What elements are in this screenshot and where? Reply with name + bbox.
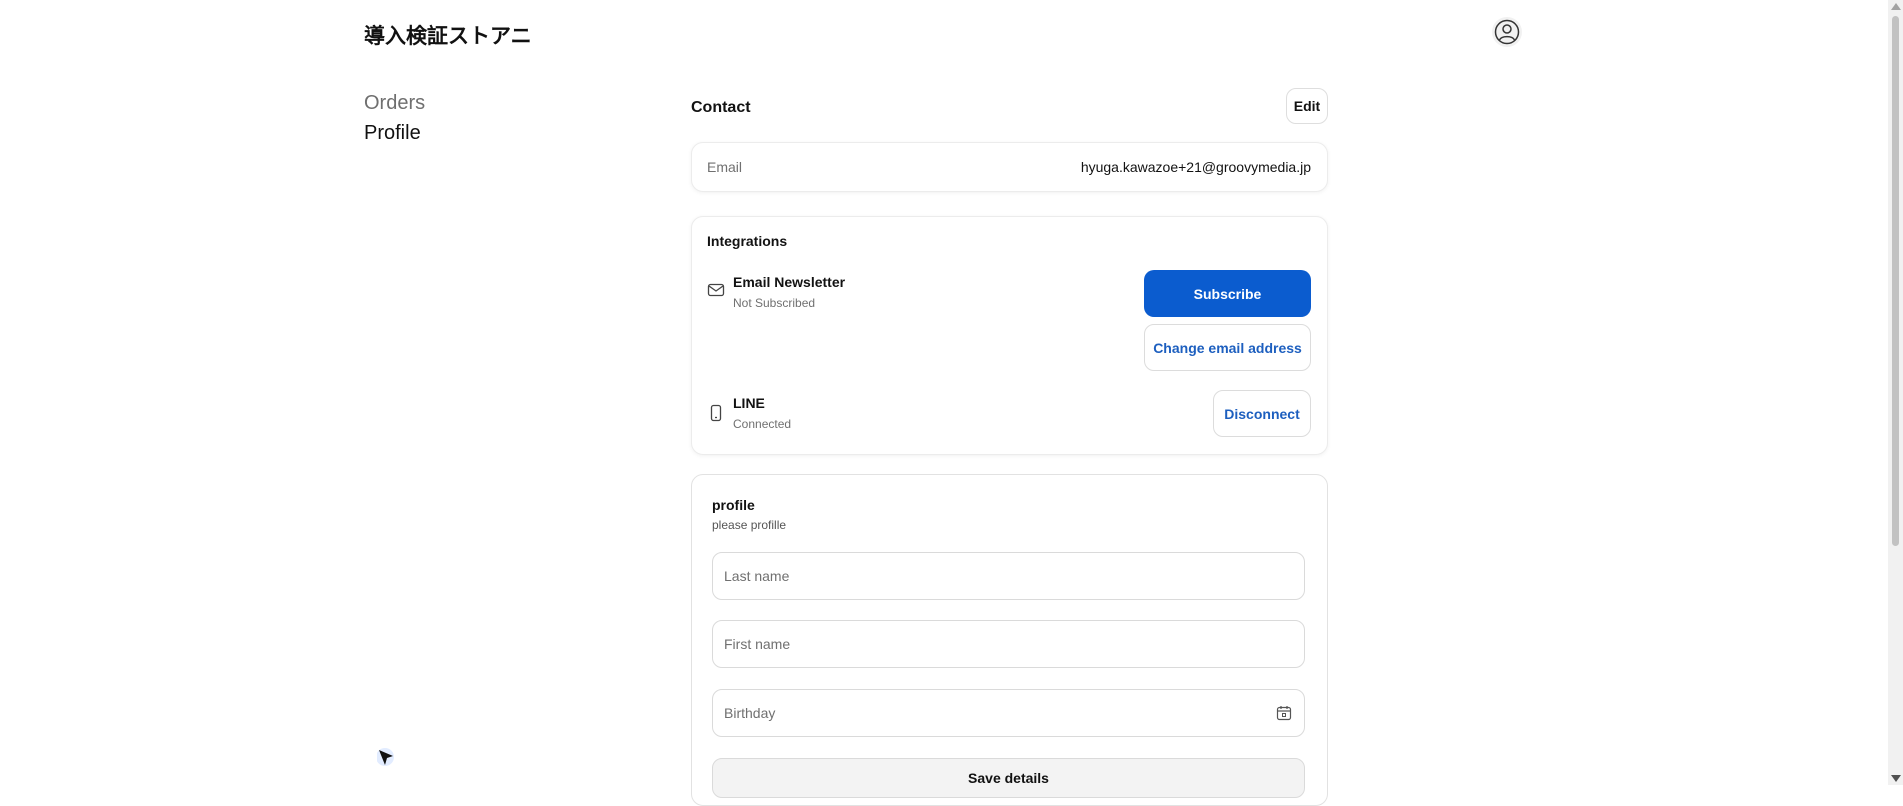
account-icon <box>1494 19 1520 45</box>
line-name: LINE <box>733 395 765 411</box>
edit-contact-button[interactable]: Edit <box>1286 88 1328 124</box>
line-status: Connected <box>733 417 792 431</box>
mouse-cursor-icon <box>377 748 394 766</box>
newsletter-status: Not Subscribed <box>733 296 816 310</box>
scroll-thumb[interactable] <box>1892 16 1899 546</box>
email-value: hyuga.kawazoe+21@groovymedia.jp <box>1080 159 1311 175</box>
scroll-up-arrow-icon[interactable] <box>1891 3 1901 10</box>
nav-profile[interactable]: Profile <box>364 118 425 148</box>
disconnect-button[interactable]: Disconnect <box>1213 390 1311 437</box>
account-nav: Orders Profile <box>364 88 425 148</box>
profile-main: Contact Edit Email hyuga.kawazoe+21@groo… <box>691 88 1328 806</box>
mail-icon <box>707 283 725 297</box>
integrations-title: Integrations <box>707 233 788 249</box>
profile-card: profile please profille Save details <box>691 474 1328 806</box>
account-button[interactable] <box>1492 17 1522 47</box>
last-name-input[interactable] <box>712 552 1305 600</box>
page-scrollbar[interactable] <box>1888 0 1903 785</box>
email-card: Email hyuga.kawazoe+21@groovymedia.jp <box>691 142 1328 192</box>
change-email-button[interactable]: Change email address <box>1144 324 1311 371</box>
save-details-button[interactable]: Save details <box>712 758 1305 798</box>
nav-orders[interactable]: Orders <box>364 88 425 118</box>
newsletter-name: Email Newsletter <box>733 274 846 290</box>
subscribe-button[interactable]: Subscribe <box>1144 270 1311 317</box>
email-label: Email <box>707 159 743 175</box>
store-name[interactable]: 導入検証ストアニ <box>364 20 532 50</box>
profile-title: profile <box>712 497 755 513</box>
contact-header: Contact Edit <box>691 88 1328 126</box>
scroll-down-arrow-icon[interactable] <box>1891 775 1901 782</box>
first-name-input[interactable] <box>712 620 1305 668</box>
contact-title: Contact <box>691 99 751 116</box>
profile-subtitle: please profille <box>712 518 787 532</box>
calendar-icon[interactable] <box>1276 705 1292 721</box>
birthday-input[interactable] <box>712 689 1305 737</box>
phone-icon <box>710 404 722 422</box>
integrations-card: Integrations Email Newsletter Not Subscr… <box>691 216 1328 455</box>
